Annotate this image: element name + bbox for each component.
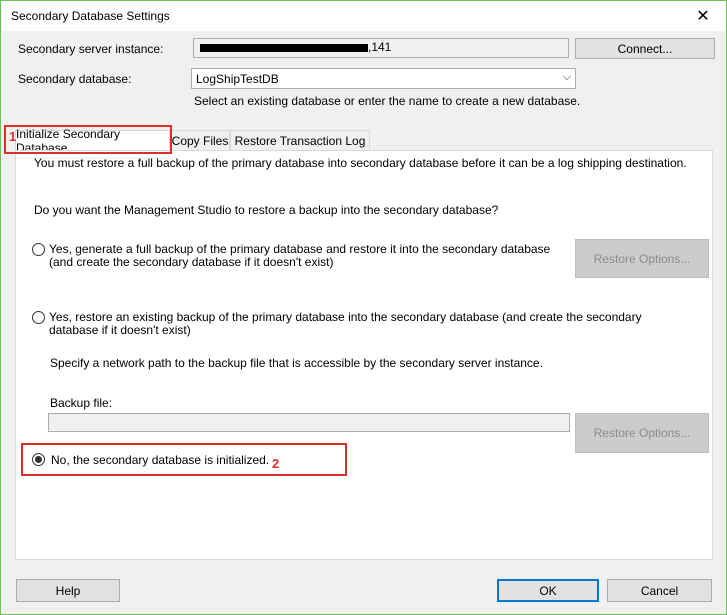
- restore-options-button-2[interactable]: Restore Options...: [575, 413, 709, 453]
- restore-question: Do you want the Management Studio to res…: [34, 203, 499, 217]
- network-path-hint: Specify a network path to the backup fil…: [50, 356, 543, 370]
- server-instance-suffix: ,141: [368, 40, 392, 54]
- annotation-box-2: [21, 443, 347, 476]
- tab-copy-files[interactable]: Copy Files: [170, 130, 230, 150]
- backup-file-label: Backup file:: [50, 396, 113, 410]
- redacted-server-name: [200, 44, 368, 52]
- title-bar: Secondary Database Settings ✕: [1, 1, 726, 31]
- annotation-marker-1: 1: [9, 129, 17, 144]
- option-generate-full-backup-radio[interactable]: [32, 243, 45, 256]
- database-combobox[interactable]: LogShipTestDB ⌵: [191, 68, 576, 89]
- dialog-window: Secondary Database Settings ✕ Secondary …: [0, 0, 727, 615]
- tab-restore-transaction-log[interactable]: Restore Transaction Log: [230, 130, 370, 150]
- initialize-tab-panel: You must restore a full backup of the pr…: [15, 150, 713, 560]
- server-instance-field: ,141: [193, 38, 569, 58]
- chevron-down-icon[interactable]: ⌵: [563, 71, 571, 84]
- cancel-button[interactable]: Cancel: [607, 579, 712, 602]
- window-title: Secondary Database Settings: [11, 9, 170, 23]
- annotation-box-1: [4, 125, 172, 154]
- server-label: Secondary server instance:: [18, 42, 164, 56]
- connect-button[interactable]: Connect...: [575, 38, 715, 59]
- close-button[interactable]: ✕: [681, 2, 725, 30]
- database-hint: Select an existing database or enter the…: [194, 94, 581, 108]
- annotation-marker-2: 2: [272, 456, 280, 471]
- backup-file-input[interactable]: [48, 413, 570, 432]
- option-restore-existing-backup-label[interactable]: Yes, restore an existing backup of the p…: [49, 311, 649, 337]
- option-restore-existing-backup-radio[interactable]: [32, 311, 45, 324]
- database-label: Secondary database:: [18, 72, 132, 86]
- restore-options-button-1[interactable]: Restore Options...: [575, 239, 709, 278]
- ok-button[interactable]: OK: [497, 579, 599, 602]
- option-generate-full-backup-label[interactable]: Yes, generate a full backup of the prima…: [49, 243, 559, 269]
- help-button[interactable]: Help: [16, 579, 120, 602]
- intro-text: You must restore a full backup of the pr…: [34, 156, 687, 170]
- database-value: LogShipTestDB: [196, 71, 279, 86]
- close-icon: ✕: [696, 8, 710, 25]
